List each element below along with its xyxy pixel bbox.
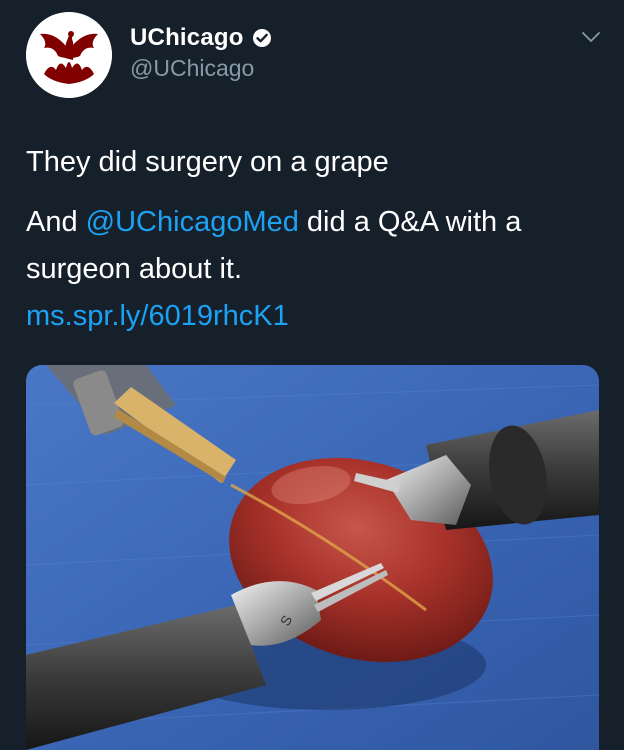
account-handle[interactable]: @UChicago (130, 55, 254, 82)
chevron-down-icon[interactable] (578, 24, 604, 50)
tweet-text-prefix: And (26, 206, 86, 238)
name-row: UChicago (130, 23, 272, 53)
tweet-text-paragraph: And @UChicagoMed did a Q&A with a surgeo… (26, 199, 616, 340)
tweet: UChicago @UChicago They did surgery on a… (0, 0, 624, 750)
display-name[interactable]: UChicago (130, 24, 244, 52)
tweet-text-line1: They did surgery on a grape (26, 146, 389, 178)
mention-link[interactable]: @UChicagoMed (86, 206, 299, 238)
url-link[interactable]: ms.spr.ly/6019rhcK1 (26, 300, 289, 332)
avatar[interactable] (26, 12, 112, 98)
verified-badge-icon (252, 28, 272, 48)
phoenix-logo-icon (26, 12, 112, 98)
grape-surgery-image: S (26, 365, 599, 750)
tweet-media-photo[interactable]: S (26, 365, 599, 750)
